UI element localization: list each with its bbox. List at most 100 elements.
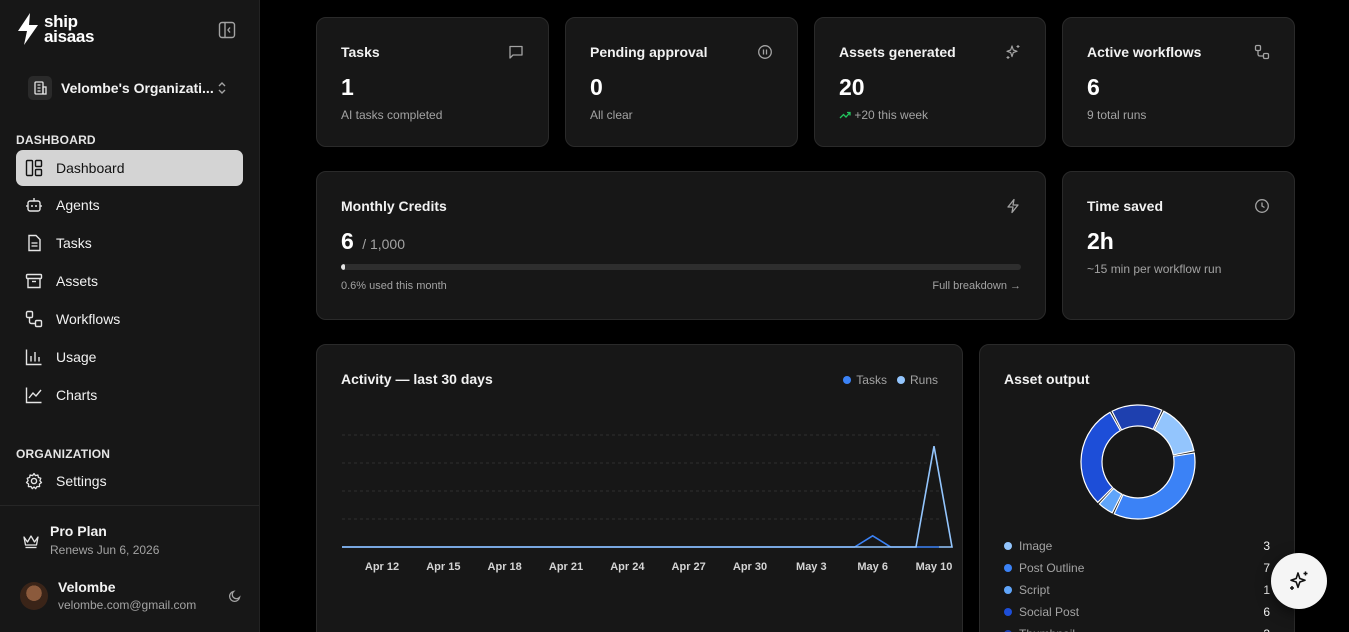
section-label-dashboard: DASHBOARD	[16, 133, 96, 147]
sparkles-icon	[1006, 45, 1020, 59]
legend-label: Tasks	[856, 373, 887, 387]
time-saved-card: Time saved 2h ~15 min per workflow run	[1062, 171, 1295, 320]
sparkles-icon	[1290, 571, 1308, 590]
asset-type-label: Thumbnail	[1019, 627, 1075, 632]
card-value: 6	[1087, 74, 1100, 100]
card-title: Assets generated	[839, 44, 956, 60]
donut-slice-image[interactable]	[1153, 410, 1195, 456]
brand-logo[interactable]: ship aisaas	[16, 12, 95, 46]
legend-item-runs[interactable]: Runs	[896, 373, 938, 387]
bot-icon	[24, 195, 44, 215]
x-tick-label: Apr 18	[488, 561, 522, 573]
full-breakdown-link[interactable]: Full breakdown →	[932, 280, 1021, 292]
sidebar-item-label: Charts	[56, 387, 98, 403]
legend-label: Runs	[909, 373, 938, 387]
sidebar-item-label: Assets	[56, 273, 99, 289]
donut-slice-thumbnail[interactable]	[1111, 404, 1163, 431]
sidebar-item-charts[interactable]: Charts	[16, 377, 243, 413]
monthly-credits-card: Monthly Credits 6 / 1,000 0.6% used this…	[316, 171, 1046, 320]
asset-output-row: Post Outline 7	[1004, 557, 1270, 579]
asset-type-label: Social Post	[1019, 605, 1080, 619]
legend-item-tasks[interactable]: Tasks	[843, 373, 887, 387]
brand-line-2: aisaas	[44, 27, 95, 46]
sidebar-collapse-button[interactable]	[218, 21, 236, 39]
x-tick-label: Apr 24	[610, 561, 645, 573]
card-subtitle: All clear	[590, 108, 633, 122]
x-tick-label: Apr 12	[365, 561, 399, 573]
asset-output-row: Script 1	[1004, 579, 1270, 601]
x-tick-label: May 10	[916, 561, 953, 573]
asset-type-label: Image	[1019, 539, 1053, 553]
x-tick-label: Apr 30	[733, 561, 767, 573]
card-subtitle: ~15 min per workflow run	[1087, 262, 1222, 276]
trending-up-icon	[839, 111, 851, 119]
x-tick-label: May 3	[796, 561, 827, 573]
plan-info[interactable]: Pro Plan Renews Jun 6, 2026	[22, 523, 159, 557]
asset-output-row: Image 3	[1004, 535, 1270, 557]
sidebar-item-label: Tasks	[56, 235, 92, 251]
clock-icon	[1255, 199, 1269, 213]
sidebar: ship aisaas Velombe's Organizati... DASH…	[0, 0, 260, 632]
user-email: velombe.com@gmail.com	[58, 598, 197, 612]
sidebar-item-dashboard[interactable]: Dashboard	[16, 150, 243, 186]
series-line-tasks	[342, 534, 939, 548]
sidebar-item-tasks[interactable]: Tasks	[16, 225, 243, 261]
asset-type-count: 3	[1263, 627, 1270, 632]
card-title: Monthly Credits	[341, 198, 447, 214]
sidebar-item-label: Usage	[56, 349, 97, 365]
ai-assistant-button[interactable]	[1271, 553, 1327, 609]
chart-title: Activity — last 30 days	[341, 371, 493, 387]
plan-name: Pro Plan	[50, 523, 107, 539]
trend-text: +20 this week	[854, 108, 929, 122]
workflow-icon	[1254, 44, 1270, 60]
credits-total: / 1,000	[362, 236, 406, 252]
sidebar-item-label: Dashboard	[56, 160, 125, 176]
asset-type-count: 7	[1263, 561, 1270, 575]
stat-card-pending-approval: Pending approval 0 All clear	[565, 17, 798, 147]
x-tick-label: Apr 21	[549, 561, 583, 573]
chart-title: Asset output	[1004, 371, 1090, 387]
gear-icon	[24, 471, 44, 491]
org-switcher[interactable]: Velombe's Organizati...	[28, 75, 234, 101]
sidebar-item-assets[interactable]: Assets	[16, 263, 243, 299]
activity-chart-card: Activity — last 30 days Tasks Runs Apr 1…	[316, 344, 963, 632]
sidebar-item-settings[interactable]: Settings	[16, 463, 243, 499]
asset-output-card: Asset output Image 3 Post Outline 7 Script 1 S…	[979, 344, 1295, 632]
user-menu[interactable]: Velombe velombe.com@gmail.com	[20, 579, 242, 612]
moon-icon[interactable]	[228, 589, 242, 603]
x-tick-label: May 6	[857, 561, 888, 573]
credits-value: 6 / 1,000	[341, 228, 405, 255]
card-value: 0	[590, 74, 603, 100]
donut-slice-post-outline[interactable]	[1113, 452, 1196, 520]
stat-card-assets-generated: Assets generated 20 +20 this week	[814, 17, 1046, 147]
card-title: Time saved	[1087, 198, 1164, 214]
card-title: Tasks	[341, 44, 380, 60]
chart-legend: Tasks Runs	[843, 373, 938, 387]
card-value: 1	[341, 74, 354, 100]
card-title: Pending approval	[590, 44, 708, 60]
user-name: Velombe	[58, 579, 116, 595]
chevrons-up-down-icon	[218, 82, 226, 94]
series-line-runs	[342, 446, 953, 548]
sidebar-item-usage[interactable]: Usage	[16, 339, 243, 375]
sidebar-divider	[0, 505, 259, 506]
line-chart-icon	[24, 385, 44, 405]
asset-output-donut	[1080, 404, 1196, 520]
building-icon	[28, 76, 52, 100]
sidebar-item-label: Settings	[56, 473, 107, 489]
plan-renewal: Renews Jun 6, 2026	[50, 543, 160, 557]
dashboard-icon	[24, 158, 44, 178]
asset-output-row: Social Post 6	[1004, 601, 1270, 623]
sidebar-item-workflows[interactable]: Workflows	[16, 301, 243, 337]
sidebar-item-agents[interactable]: Agents	[16, 187, 243, 223]
asset-output-legend: Image 3 Post Outline 7 Script 1 Social Post 6 Th…	[1004, 535, 1270, 632]
legend-dot	[1004, 542, 1012, 550]
bar-chart-icon	[24, 347, 44, 367]
section-label-organization: ORGANIZATION	[16, 447, 111, 461]
pause-circle-icon	[758, 45, 772, 59]
legend-dot	[1004, 608, 1012, 616]
credits-usage-note: 0.6% used this month	[341, 280, 447, 292]
bolt-icon	[18, 13, 38, 45]
archive-icon	[24, 271, 44, 291]
message-square-icon	[509, 45, 523, 59]
